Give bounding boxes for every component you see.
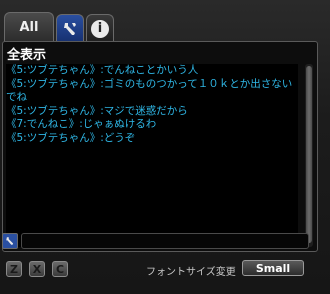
chat-scrollbar[interactable]: [305, 64, 313, 247]
wrench-icon: [64, 22, 76, 35]
tab-tool[interactable]: [56, 14, 84, 42]
tab-all[interactable]: All: [4, 12, 54, 42]
chat-message: 《5:ツブテちゃん》:でんねことかいう人: [6, 64, 199, 76]
chat-input[interactable]: [21, 233, 309, 249]
font-size-small-button[interactable]: Small: [242, 260, 304, 276]
chat-message: 《5:ツブテちゃん》:マジで迷惑だから: [6, 104, 188, 117]
tab-info[interactable]: i: [86, 14, 114, 42]
wrench-icon: [6, 237, 14, 245]
chat-message: 《5:ツブテちゃん》:ゴミのものつかって１０ｋとか出さないでね: [6, 77, 293, 104]
key-x-label: X: [32, 262, 42, 276]
chat-filter-title: 全表示: [7, 48, 47, 63]
chat-log[interactable]: 《5:ツブテちゃん》:でんねことかいう人 《5:ツブテちゃん》:ゴミのものつかって…: [6, 64, 298, 247]
chat-window: All i 全表示 《5:ツブテちゃん》:でんねことかいう人 《5:ツブテちゃん》…: [0, 0, 330, 294]
key-z-label: Z: [10, 262, 18, 276]
info-icon: i: [91, 19, 109, 38]
key-x-button[interactable]: X: [29, 261, 45, 277]
key-c-label: C: [55, 262, 65, 276]
chat-mode-wrench-icon[interactable]: [2, 233, 18, 249]
chat-input-row: [2, 233, 311, 249]
tab-all-label: All: [19, 20, 39, 35]
chat-scrollbar-thumb[interactable]: [306, 66, 312, 243]
info-glyph: i: [97, 21, 103, 36]
font-size-label: フォントサイズ変更: [146, 267, 236, 278]
chat-tabbar: All i: [4, 12, 124, 42]
font-size-button-label: Small: [255, 261, 291, 275]
key-z-button[interactable]: Z: [6, 261, 22, 277]
chat-message: 《5:ツブテちゃん》:どうぞ: [6, 131, 136, 144]
chat-message: 《7:でんねこ》:じゃぁぬけるわ: [6, 118, 157, 131]
key-c-button[interactable]: C: [52, 261, 68, 277]
chat-log-frame: 全表示 《5:ツブテちゃん》:でんねことかいう人 《5:ツブテちゃん》:ゴミのもの…: [2, 41, 318, 252]
